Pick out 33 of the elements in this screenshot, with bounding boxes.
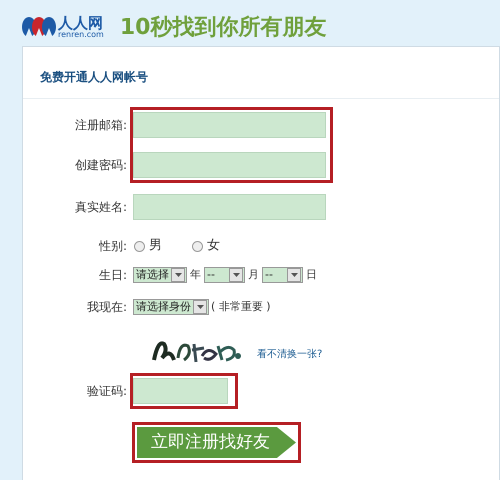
logo-icon [22,16,56,38]
unit-label: 年 [190,266,201,283]
input-field[interactable] [133,378,228,404]
field-label: 性别: [98,238,128,255]
slogan: 10秒找到你所有朋友 [120,14,326,42]
input-field[interactable] [133,152,326,178]
dropdown[interactable]: -- [262,267,303,283]
dropdown-icon [287,268,301,282]
field-label: 注册邮箱: [74,117,128,134]
dropdown[interactable]: -- [204,267,245,283]
refresh-link[interactable]: 看不清换一张? [257,347,322,362]
field-label: 创建密码: [74,157,128,174]
radio-button[interactable] [134,240,145,252]
logo-text: 人人网 [58,16,104,30]
option-label: 女 [207,237,220,256]
form-title: 免费开通人人网帐号 [40,70,148,84]
radio-button[interactable] [192,240,203,252]
unit-label: 日 [306,266,317,283]
field-label: 我现在: [86,299,128,316]
logo-domain: renren.com [58,30,104,38]
field-label: 生日: [98,267,128,284]
input-field[interactable] [133,112,326,138]
dropdown-icon [193,300,207,314]
dropdown[interactable]: 请选择 [133,267,187,283]
dropdown-icon [229,268,243,282]
dropdown-icon [171,268,185,282]
unit-label: 月 [248,266,259,283]
field-label: 验证码: [86,383,128,400]
option-label: 男 [149,237,162,256]
field-label: 真实姓名: [74,199,128,216]
note-text: ( 非常重要 ) [211,298,271,315]
dropdown[interactable]: 请选择身份 [133,299,209,315]
input-field[interactable] [133,194,326,220]
